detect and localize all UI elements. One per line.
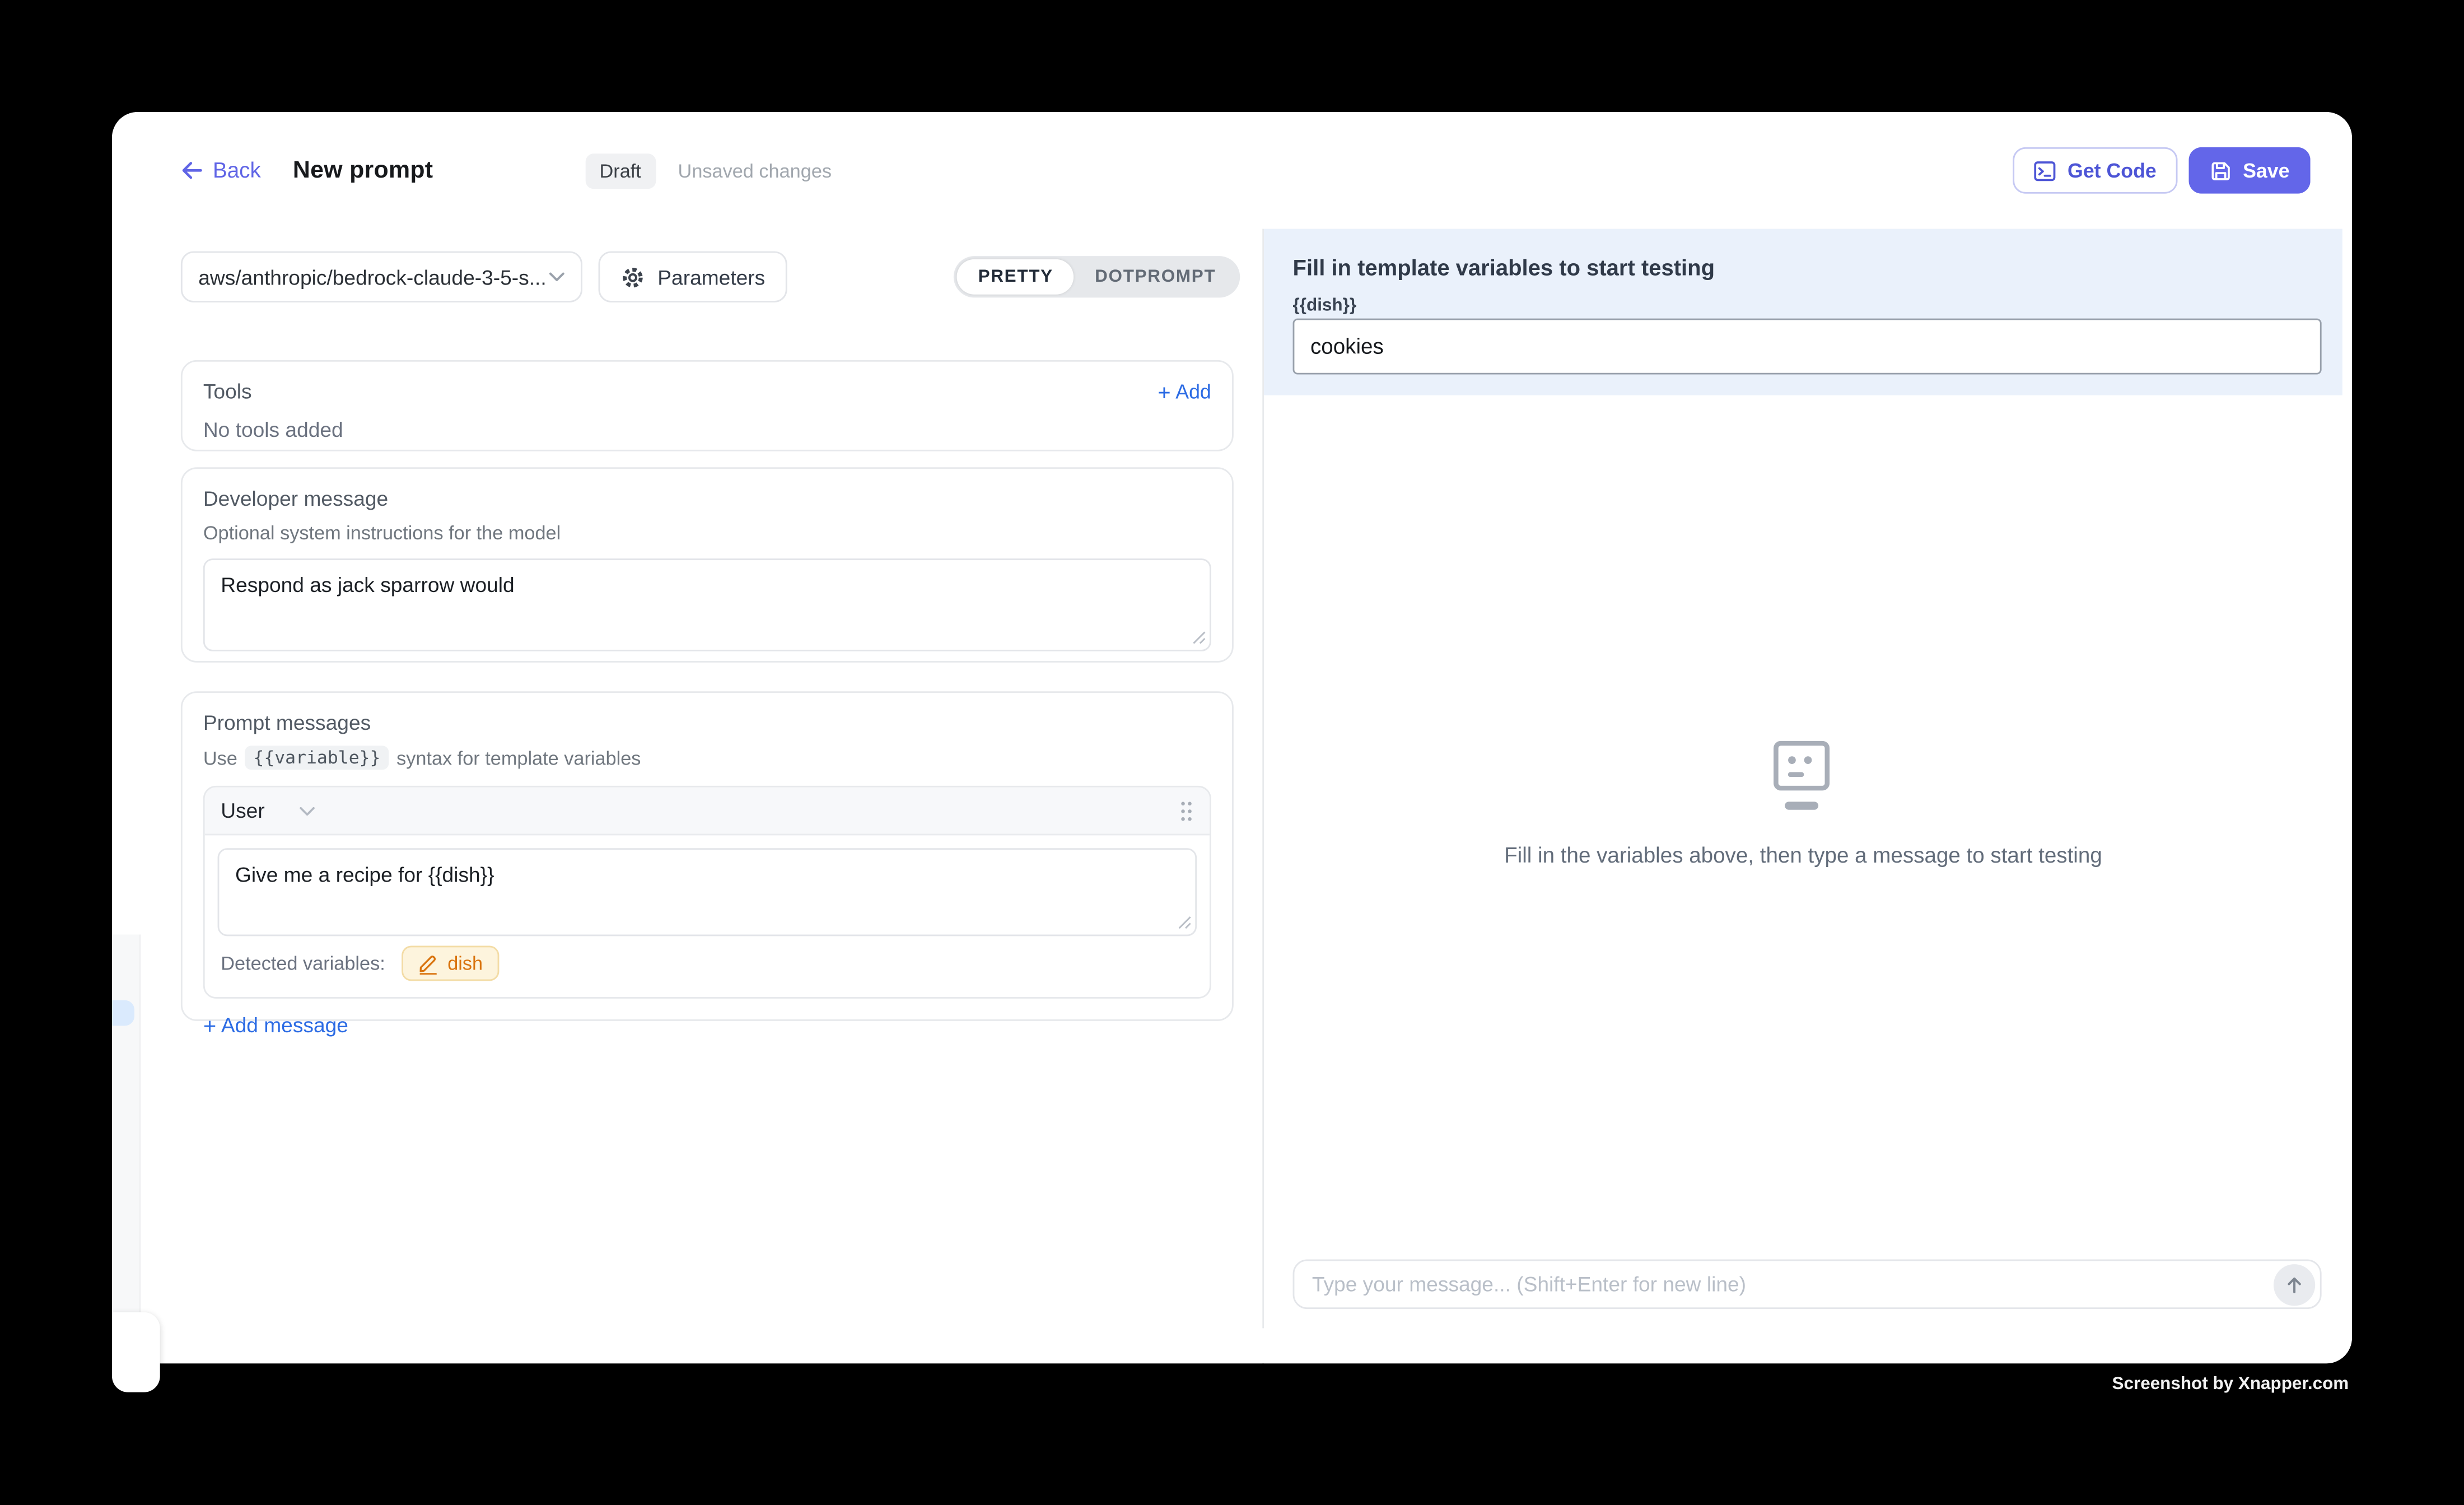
corner-popover: [112, 1312, 160, 1392]
variable-name-label: {{dish}}: [1293, 296, 1357, 315]
chevron-down-icon: [300, 806, 316, 816]
hint-suffix: syntax for template variables: [396, 747, 641, 769]
parameters-label: Parameters: [657, 265, 765, 289]
tools-empty-text: No tools added: [203, 418, 1211, 442]
detected-variables-row: Detected variables: dish: [218, 936, 1197, 984]
header-actions: Get Code Save: [2013, 147, 2311, 194]
add-message-button[interactable]: + Add message: [203, 1013, 348, 1037]
gear-icon: [621, 265, 645, 289]
add-tool-label: Add: [1175, 380, 1211, 403]
prompt-messages-title: Prompt messages: [203, 711, 1211, 735]
rail-active-item[interactable]: [112, 1000, 134, 1026]
add-tool-button[interactable]: + Add: [1158, 380, 1211, 403]
toggle-dotprompt[interactable]: DOTPROMPT: [1074, 259, 1237, 295]
chevron-down-icon: [549, 272, 565, 282]
save-label: Save: [2243, 159, 2289, 181]
terminal-icon: [2034, 159, 2056, 181]
model-select[interactable]: aws/anthropic/bedrock-claude-3-5-s...: [181, 251, 582, 302]
test-panel: Fill in template variables to start test…: [1264, 229, 2352, 1364]
header: Back New prompt Draft Unsaved changes Ge…: [112, 112, 2352, 229]
get-code-label: Get Code: [2068, 159, 2157, 181]
screenshot-stage: Back New prompt Draft Unsaved changes Ge…: [0, 0, 2464, 1505]
left-rail: [112, 935, 140, 1364]
message-block: User: [203, 786, 1211, 999]
get-code-button[interactable]: Get Code: [2013, 147, 2177, 194]
role-value: User: [221, 799, 264, 823]
variable-badge-dish[interactable]: dish: [401, 946, 498, 981]
robot-face-icon: [1770, 739, 1837, 813]
add-message-label: Add message: [221, 1013, 348, 1037]
chat-input-placeholder: Type your message... (Shift+Enter for ne…: [1312, 1272, 2274, 1296]
save-icon: [2209, 159, 2232, 181]
role-select[interactable]: User: [221, 799, 316, 823]
drag-handle[interactable]: [1179, 799, 1194, 822]
plus-icon: +: [203, 1014, 216, 1036]
pencil-icon: [417, 952, 438, 975]
arrow-up-icon: [2285, 1275, 2304, 1294]
variable-value-input[interactable]: [1293, 319, 2322, 375]
variable-code-chip: {{variable}}: [245, 745, 389, 770]
model-select-value: aws/anthropic/bedrock-claude-3-5-s...: [198, 265, 546, 289]
toggle-pretty[interactable]: PRETTY: [957, 259, 1074, 295]
back-label: Back: [213, 159, 261, 183]
send-button[interactable]: [2274, 1264, 2315, 1305]
model-toolbar: aws/anthropic/bedrock-claude-3-5-s...: [181, 251, 1240, 302]
template-syntax-hint: Use {{variable}} syntax for template var…: [203, 745, 1211, 770]
message-body: Give me a recipe for {{dish}} Detected v…: [205, 835, 1210, 997]
message-textarea[interactable]: Give me a recipe for {{dish}}: [218, 848, 1197, 936]
plus-icon: +: [1158, 380, 1170, 403]
message-header: User: [205, 788, 1210, 836]
page-title: New prompt: [293, 157, 433, 184]
grip-dots-icon: [1179, 799, 1194, 822]
variables-title: Fill in template variables to start test…: [1293, 254, 1715, 280]
view-toggle: PRETTY DOTPROMPT: [954, 256, 1240, 297]
developer-message-card: Developer message Optional system instru…: [181, 467, 1234, 663]
watermark-text: Screenshot by Xnapper.com: [2112, 1374, 2349, 1394]
save-button[interactable]: Save: [2188, 147, 2311, 194]
hint-prefix: Use: [203, 747, 237, 769]
tools-title: Tools: [203, 379, 252, 403]
prompt-messages-card: Prompt messages Use {{variable}} syntax …: [181, 691, 1234, 1021]
parameters-button[interactable]: Parameters: [599, 251, 788, 302]
status-badge: Draft: [585, 153, 656, 188]
tools-card: Tools + Add No tools added: [181, 360, 1234, 451]
arrow-left-icon: [181, 160, 203, 181]
unsaved-changes-text: Unsaved changes: [678, 159, 832, 181]
back-button[interactable]: Back: [181, 159, 261, 183]
empty-state-text: Fill in the variables above, then type a…: [1504, 844, 2102, 868]
prompt-editor-panel: aws/anthropic/bedrock-claude-3-5-s...: [112, 229, 1262, 1364]
developer-message-subtitle: Optional system instructions for the mod…: [203, 521, 1211, 544]
app-window: Back New prompt Draft Unsaved changes Ge…: [112, 112, 2352, 1363]
empty-state: Fill in the variables above, then type a…: [1264, 395, 2342, 1212]
developer-message-textarea[interactable]: Respond as jack sparrow would: [203, 558, 1211, 651]
detected-variables-label: Detected variables:: [221, 952, 385, 975]
developer-message-title: Developer message: [203, 487, 1211, 511]
variable-badge-label: dish: [447, 952, 483, 975]
chat-input[interactable]: Type your message... (Shift+Enter for ne…: [1293, 1260, 2322, 1310]
